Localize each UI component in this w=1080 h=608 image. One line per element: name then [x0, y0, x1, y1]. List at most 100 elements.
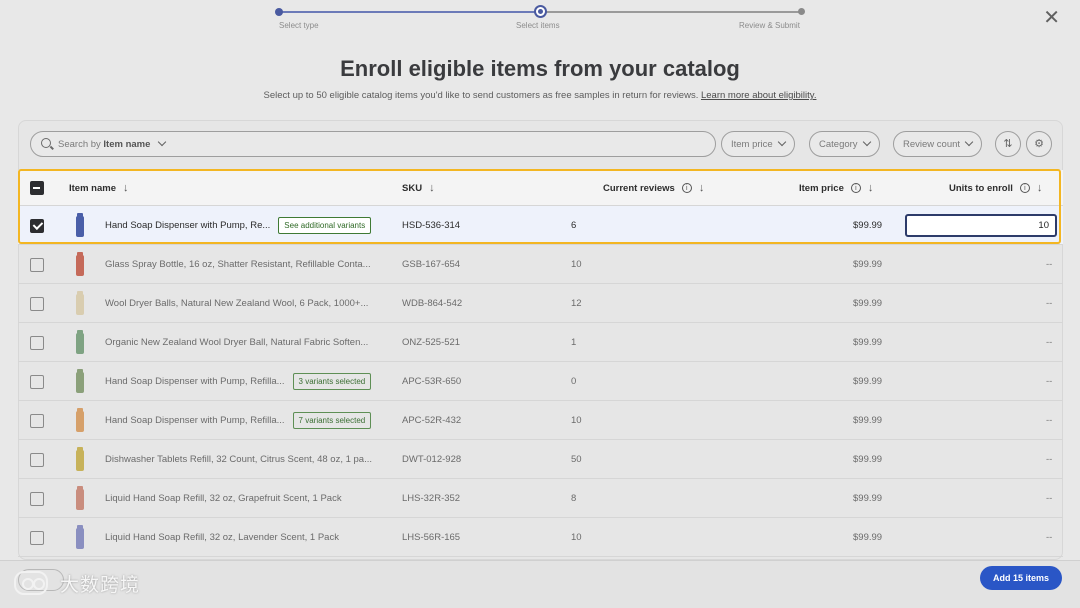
reviews-cell: 50 — [571, 454, 582, 465]
col-units-to-enroll[interactable]: Units to enroll i ↓ — [949, 170, 1042, 206]
stepper-line-pending — [540, 11, 802, 13]
chevron-down-icon — [862, 137, 871, 147]
table-row[interactable]: Hand Soap Dispenser with Pump, Re... See … — [18, 206, 1063, 245]
item-name: Hand Soap Dispenser with Pump, Re... — [105, 220, 271, 231]
info-icon[interactable]: i — [850, 183, 861, 193]
variants-badge[interactable]: See additional variants — [278, 217, 372, 234]
row-checkbox[interactable] — [30, 413, 44, 428]
product-thumbnail — [69, 407, 91, 434]
sku-cell: LHS-56R-165 — [402, 532, 461, 543]
units-cell: -- — [1046, 259, 1053, 270]
table-row[interactable]: Hand Soap Dispenser with Pump, Refilla..… — [18, 401, 1063, 440]
item-name: Liquid Hand Soap Refill, 32 oz, Grapefru… — [105, 493, 342, 504]
variants-badge[interactable]: 7 variants selected — [292, 412, 372, 429]
item-name-cell: Hand Soap Dispenser with Pump, Refilla..… — [69, 362, 389, 401]
select-all-checkbox[interactable] — [30, 181, 44, 195]
col-label: Units to enroll — [949, 182, 1013, 194]
table-row[interactable]: Hand Soap Dispenser with Pump, Refilla..… — [18, 362, 1063, 401]
info-icon[interactable]: i — [681, 183, 692, 193]
chevron-down-icon — [157, 137, 167, 147]
row-checkbox[interactable] — [30, 374, 44, 389]
variants-badge[interactable]: 3 variants selected — [292, 373, 372, 390]
step-label-select-items: Select items — [516, 21, 560, 30]
close-icon[interactable]: ✕ — [1043, 8, 1060, 28]
item-name-cell: Liquid Hand Soap Refill, 32 oz, Grapefru… — [69, 479, 389, 518]
row-checkbox[interactable] — [30, 218, 44, 233]
row-checkbox[interactable] — [30, 296, 44, 311]
reviews-cell: 0 — [571, 376, 577, 387]
search-icon — [41, 138, 51, 148]
table-row[interactable]: Liquid Hand Soap Refill, 32 oz, Grapefru… — [18, 479, 1063, 518]
product-thumbnail — [69, 290, 91, 317]
step-dot-pending — [798, 8, 805, 15]
product-thumbnail — [69, 446, 91, 473]
gear-icon[interactable]: ⚙ — [1026, 131, 1052, 157]
page-subtitle: Select up to 50 eligible catalog items y… — [0, 90, 1080, 101]
units-input[interactable]: 10 — [905, 214, 1057, 237]
row-checkbox[interactable] — [30, 530, 44, 545]
item-price-filter[interactable]: Item price — [721, 131, 795, 157]
product-thumbnail — [69, 251, 91, 278]
row-checkbox[interactable] — [30, 491, 44, 506]
step-label-review-submit: Review & Submit — [739, 21, 800, 30]
sort-arrow-icon: ↓ — [867, 182, 874, 194]
units-cell: -- — [1046, 493, 1053, 504]
price-cell: $99.99 — [853, 454, 883, 465]
table-row[interactable]: Wool Dryer Balls, Natural New Zealand Wo… — [18, 284, 1063, 323]
sku-cell: ONZ-525-521 — [402, 337, 461, 348]
reviews-cell: 1 — [571, 337, 577, 348]
item-name-cell: Hand Soap Dispenser with Pump, Refilla..… — [69, 401, 389, 440]
eligibility-link[interactable]: Learn more about eligibility. — [701, 90, 816, 101]
table-row[interactable]: Organic New Zealand Wool Dryer Ball, Nat… — [18, 323, 1063, 362]
price-cell: $99.99 — [853, 376, 883, 387]
col-label: Current reviews — [603, 182, 675, 194]
category-filter[interactable]: Category — [809, 131, 880, 157]
col-sku[interactable]: SKU ↓ — [402, 170, 435, 206]
row-checkbox[interactable] — [30, 257, 44, 272]
reviews-cell: 12 — [571, 298, 582, 309]
table-row[interactable]: Glass Spray Bottle, 16 oz, Shatter Resis… — [18, 245, 1063, 284]
watermark-text: 大数跨境 — [60, 573, 141, 596]
add-items-button[interactable]: Add 15 items — [980, 566, 1062, 590]
col-item-name[interactable]: Item name ↓ — [69, 170, 129, 206]
col-current-reviews[interactable]: Current reviews i ↓ — [603, 170, 704, 206]
table-row[interactable]: Dishwasher Tablets Refill, 32 Count, Cit… — [18, 440, 1063, 479]
units-cell: -- — [1046, 454, 1053, 465]
product-thumbnail — [69, 524, 91, 551]
table-row[interactable]: Liquid Hand Soap Refill, 32 oz, Lavender… — [18, 518, 1063, 557]
item-name-cell: Wool Dryer Balls, Natural New Zealand Wo… — [69, 284, 389, 323]
search-input[interactable]: Search by Item name — [30, 131, 716, 157]
watermark: 大数跨境 — [14, 568, 140, 598]
row-checkbox[interactable] — [30, 452, 44, 467]
row-checkbox-cell — [30, 206, 44, 245]
reviews-cell: 8 — [571, 493, 577, 504]
product-thumbnail — [69, 368, 91, 395]
units-cell: -- — [1046, 376, 1053, 387]
row-checkbox-cell — [30, 284, 44, 323]
product-thumbnail — [69, 485, 91, 512]
price-cell: $99.99 — [853, 298, 883, 309]
search-field-name: Item name — [103, 139, 151, 150]
units-cell: 10 — [905, 206, 1057, 245]
search-prefix: Search by — [58, 139, 101, 150]
review-count-filter[interactable]: Review count — [893, 131, 983, 157]
item-name: Glass Spray Bottle, 16 oz, Shatter Resis… — [105, 259, 371, 270]
row-checkbox-cell — [30, 518, 44, 557]
filter-label: Item price — [731, 139, 773, 150]
col-item-price[interactable]: Item price i ↓ — [799, 170, 873, 206]
price-cell: $99.99 — [853, 337, 883, 348]
sku-cell: GSB-167-654 — [402, 259, 461, 270]
item-name: Hand Soap Dispenser with Pump, Refilla..… — [105, 376, 285, 387]
row-checkbox[interactable] — [30, 335, 44, 350]
chevron-down-icon — [964, 137, 974, 147]
item-name-cell: Glass Spray Bottle, 16 oz, Shatter Resis… — [69, 245, 389, 284]
row-checkbox-cell — [30, 362, 44, 401]
units-cell: -- — [1046, 532, 1053, 543]
step-dot-complete — [275, 8, 283, 16]
info-icon[interactable]: i — [1019, 183, 1030, 193]
sku-cell: LHS-32R-352 — [402, 493, 461, 504]
sort-icon[interactable]: ⇅ — [995, 131, 1021, 157]
filter-label: Category — [819, 139, 858, 150]
row-checkbox-cell — [30, 323, 44, 362]
item-name-cell: Hand Soap Dispenser with Pump, Re... See … — [69, 206, 389, 245]
